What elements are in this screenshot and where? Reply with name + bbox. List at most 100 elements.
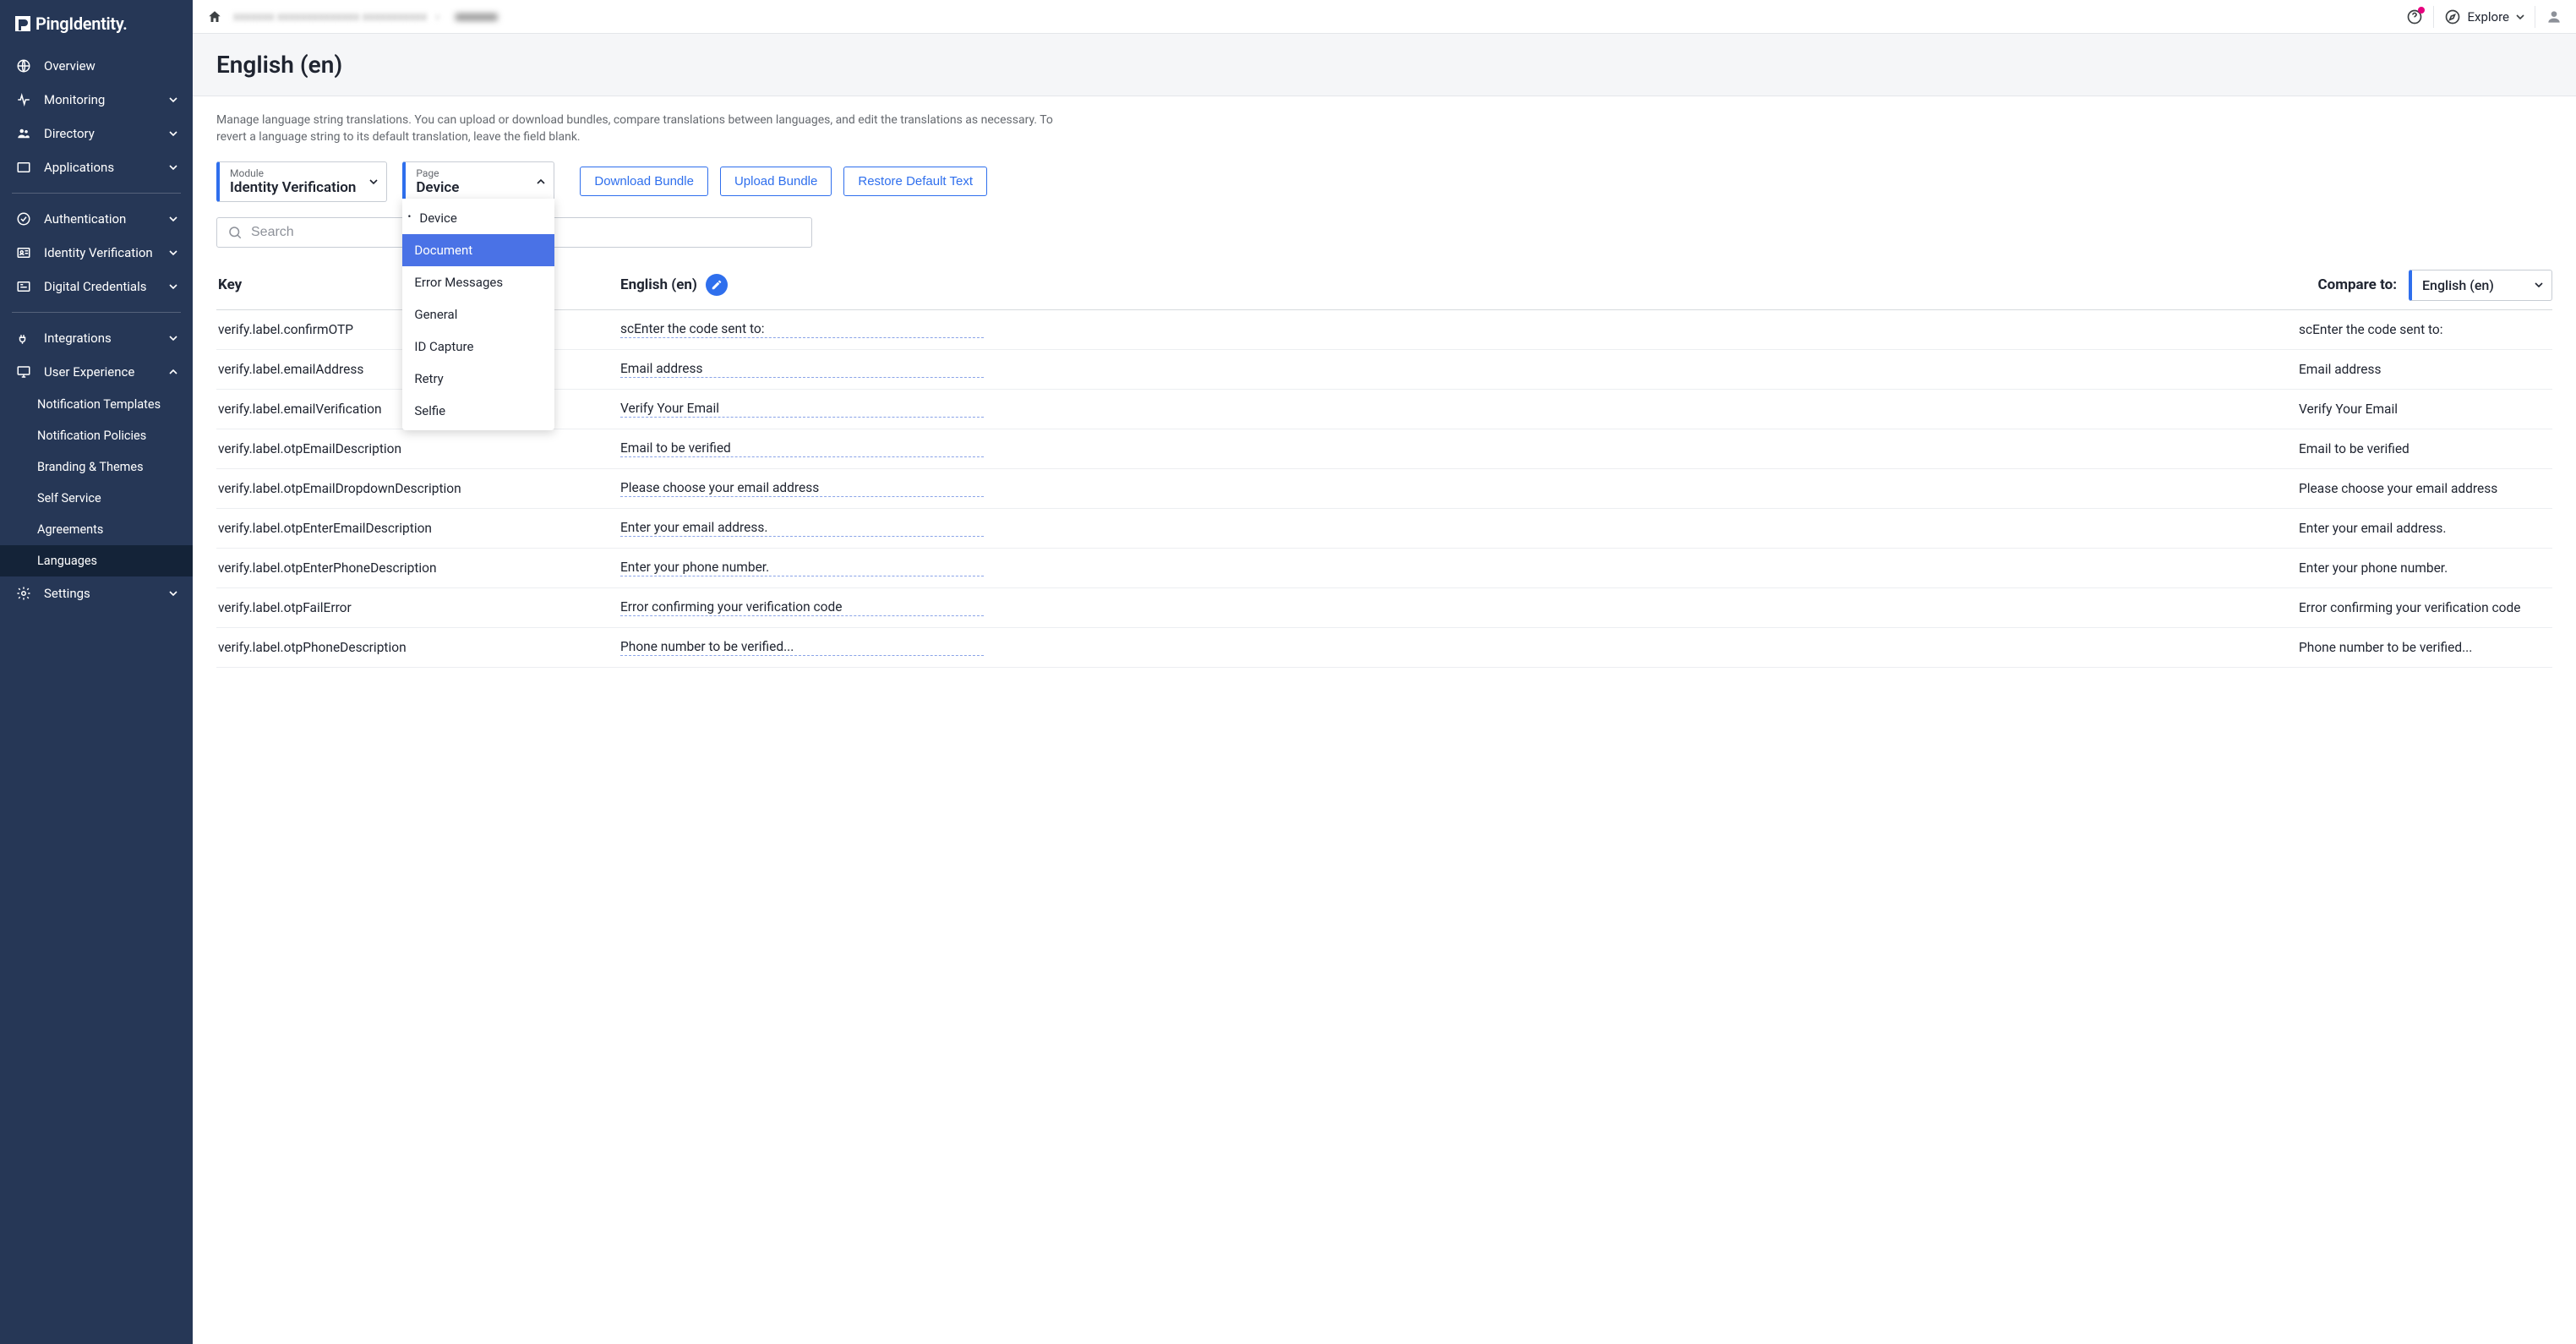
table-row: verify.label.emailAddressEmail addressEm…	[216, 350, 2552, 390]
chevron-down-icon	[2516, 13, 2524, 21]
module-select-label: Module	[230, 167, 356, 179]
user-avatar-icon[interactable]	[2546, 8, 2562, 25]
compass-icon	[2444, 8, 2461, 25]
explore-menu[interactable]: Explore	[2444, 8, 2525, 25]
sidebar-item-notification-templates[interactable]: Notification Templates	[0, 389, 193, 420]
sidebar: PingIdentity. Overview Monitoring Direct…	[0, 0, 193, 1344]
nav-divider	[12, 312, 181, 313]
translations-table-body: verify.label.confirmOTPscEnter the code …	[216, 310, 2552, 668]
page-option[interactable]: General	[402, 298, 554, 331]
sidebar-item-monitoring[interactable]: Monitoring	[0, 83, 193, 117]
download-bundle-button[interactable]: Download Bundle	[580, 167, 708, 196]
table-row: verify.label.otpEmailDescriptionEmail to…	[216, 429, 2552, 469]
chevron-down-icon	[169, 129, 177, 138]
sidebar-item-settings[interactable]: Settings	[0, 576, 193, 610]
sidebar-item-languages[interactable]: Languages	[0, 545, 193, 576]
sidebar-item-agreements[interactable]: Agreements	[0, 514, 193, 545]
restore-default-button[interactable]: Restore Default Text	[843, 167, 987, 196]
table-row: verify.label.otpPhoneDescriptionPhone nu…	[216, 628, 2552, 668]
translation-value-editable[interactable]: Error confirming your verification code	[620, 599, 2299, 616]
translation-value-editable[interactable]: Enter your email address.	[620, 520, 2299, 537]
topbar-divider	[2433, 6, 2434, 28]
compare-to-label: Compare to:	[2318, 276, 2398, 293]
sidebar-item-digital-credentials[interactable]: Digital Credentials	[0, 270, 193, 303]
page-option[interactable]: Device	[402, 202, 554, 234]
monitor-icon	[15, 363, 32, 380]
sidebar-nav: Overview Monitoring Directory Applicatio…	[0, 49, 193, 1344]
chevron-down-icon	[169, 96, 177, 104]
translation-value-editable[interactable]: Phone number to be verified...	[620, 639, 2299, 656]
chevron-down-icon	[169, 282, 177, 291]
module-select[interactable]: Module Identity Verification	[216, 161, 387, 202]
sidebar-item-user-experience[interactable]: User Experience	[0, 355, 193, 389]
table-row: verify.label.confirmOTPscEnter the code …	[216, 310, 2552, 350]
sidebar-item-integrations[interactable]: Integrations	[0, 321, 193, 355]
home-icon[interactable]	[206, 8, 223, 25]
chevron-up-icon	[169, 368, 177, 376]
id-card-icon	[15, 244, 32, 261]
sidebar-label: Monitoring	[44, 92, 105, 107]
upload-bundle-button[interactable]: Upload Bundle	[720, 167, 832, 196]
chevron-down-icon	[169, 589, 177, 598]
sidebar-label: Identity Verification	[44, 245, 153, 260]
sidebar-item-branding-themes[interactable]: Branding & Themes	[0, 451, 193, 483]
page-option[interactable]: Error Messages	[402, 266, 554, 298]
breadcrumb-redacted-current: xxxxxxx	[456, 10, 498, 24]
brand-mark-icon	[15, 14, 34, 33]
translation-key: verify.label.otpPhoneDescription	[216, 640, 620, 655]
sidebar-label: Languages	[37, 554, 97, 568]
page-option[interactable]: Document	[402, 234, 554, 266]
translation-value-editable[interactable]: scEnter the code sent to:	[620, 321, 2299, 338]
translation-compare-value: Enter your phone number.	[2299, 560, 2552, 576]
brand-text: PingIdentity.	[35, 14, 128, 34]
table-row: verify.label.otpEnterPhoneDescriptionEnt…	[216, 549, 2552, 588]
translation-value-editable[interactable]: Email address	[620, 361, 2299, 378]
plug-icon	[15, 330, 32, 347]
page-select-value: Device	[416, 179, 459, 196]
gear-icon	[15, 585, 32, 602]
edit-icon[interactable]	[706, 274, 728, 296]
page-title: English (en)	[216, 51, 2552, 79]
translation-key: verify.label.otpEmailDropdownDescription	[216, 481, 620, 496]
compare-to-select[interactable]: English (en)	[2409, 270, 2552, 301]
sidebar-item-directory[interactable]: Directory	[0, 117, 193, 150]
translation-value-editable[interactable]: Verify Your Email	[620, 401, 2299, 418]
translation-compare-value: Error confirming your verification code	[2299, 600, 2552, 615]
sidebar-label: Notification Templates	[37, 397, 161, 412]
chevron-down-icon	[169, 334, 177, 342]
sidebar-item-authentication[interactable]: Authentication	[0, 202, 193, 236]
translation-key: verify.label.otpEnterEmailDescription	[216, 521, 620, 536]
sidebar-label: Notification Policies	[37, 429, 146, 443]
chevron-down-icon	[2535, 281, 2543, 289]
check-circle-icon	[15, 210, 32, 227]
sidebar-item-self-service[interactable]: Self Service	[0, 483, 193, 514]
translation-value-editable[interactable]: Please choose your email address	[620, 480, 2299, 497]
page-description: Manage language string translations. You…	[216, 112, 1062, 146]
sidebar-item-overview[interactable]: Overview	[0, 49, 193, 83]
chevron-down-icon	[369, 178, 378, 186]
brand-logo[interactable]: PingIdentity.	[0, 0, 193, 49]
sidebar-item-identity-verification[interactable]: Identity Verification	[0, 236, 193, 270]
translation-value-editable[interactable]: Enter your phone number.	[620, 560, 2299, 576]
translation-value-editable[interactable]: Email to be verified	[620, 440, 2299, 457]
sidebar-label: Self Service	[37, 491, 101, 505]
page-select[interactable]: Page Device	[402, 161, 554, 202]
translation-compare-value: Email to be verified	[2299, 441, 2552, 456]
translation-compare-value: Please choose your email address	[2299, 481, 2552, 496]
sidebar-item-applications[interactable]: Applications	[0, 150, 193, 184]
people-icon	[15, 125, 32, 142]
page-option[interactable]: Selfie	[402, 395, 554, 427]
chevron-down-icon	[169, 215, 177, 223]
sidebar-label: Branding & Themes	[37, 460, 144, 474]
page-select-dropdown: DeviceDocumentError MessagesGeneralID Ca…	[402, 199, 554, 430]
help-icon[interactable]	[2406, 8, 2423, 25]
sidebar-label: Authentication	[44, 211, 126, 227]
activity-icon	[15, 91, 32, 108]
page-option[interactable]: ID Capture	[402, 331, 554, 363]
sidebar-item-notification-policies[interactable]: Notification Policies	[0, 420, 193, 451]
controls-row: Module Identity Verification Page Device…	[216, 161, 2552, 202]
compare-to-value: English (en)	[2422, 277, 2494, 293]
nav-divider	[12, 193, 181, 194]
page-option[interactable]: Retry	[402, 363, 554, 395]
table-row: verify.label.otpFailErrorError confirmin…	[216, 588, 2552, 628]
